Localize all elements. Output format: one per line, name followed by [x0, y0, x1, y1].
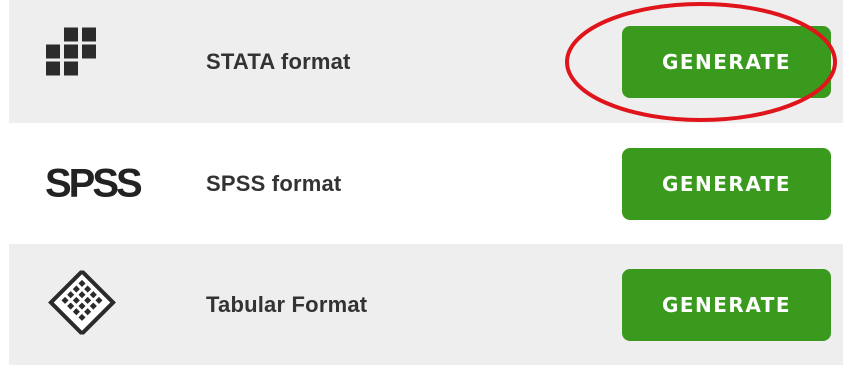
- spss-logo: SPSS: [45, 161, 143, 205]
- generate-tabular-button[interactable]: GENERATE: [622, 268, 831, 341]
- generate-tabular-button-label: GENERATE: [661, 292, 792, 317]
- format-label-tabular: Tabular Format: [206, 291, 368, 317]
- format-label-stata: STATA format: [206, 48, 351, 74]
- tabular-grid-icon: [42, 268, 122, 339]
- generate-stata-button[interactable]: GENERATE: [622, 25, 831, 98]
- export-row-stata: STATA format GENERATE: [9, 0, 843, 123]
- export-row-spss: SPSS SPSS format GENERATE: [9, 123, 843, 244]
- format-label-spss: SPSS format: [206, 170, 342, 196]
- generate-spss-button-label: GENERATE: [661, 171, 792, 196]
- generate-spss-button[interactable]: GENERATE: [622, 147, 831, 220]
- generate-stata-button-label: GENERATE: [661, 49, 792, 74]
- export-row-tabular: Tabular Format GENERATE: [9, 244, 843, 365]
- stata-grid-icon: [36, 27, 112, 96]
- export-format-list: STATA format GENERATE SPSS SPSS format G…: [9, 0, 843, 365]
